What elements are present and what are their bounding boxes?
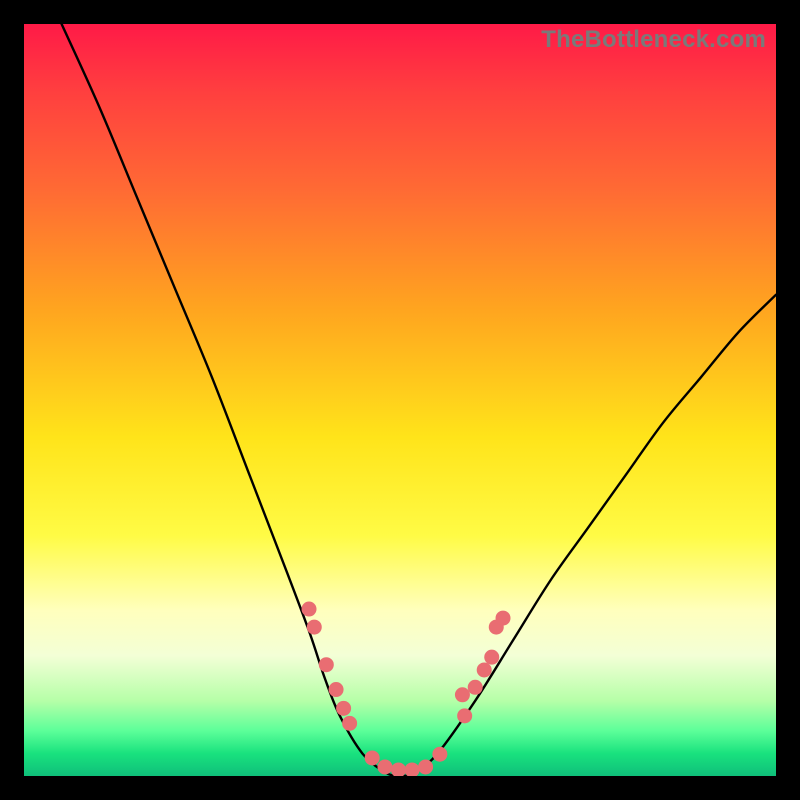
marker-dot: [336, 701, 351, 716]
marker-dot: [365, 750, 380, 765]
marker-dot: [302, 602, 317, 617]
marker-dot: [484, 650, 499, 665]
marker-dot: [496, 611, 511, 626]
highlight-dots: [24, 24, 776, 776]
marker-dot: [432, 747, 447, 762]
marker-dot: [455, 687, 470, 702]
chart-frame: TheBottleneck.com: [0, 0, 800, 800]
marker-dot: [468, 680, 483, 695]
marker-dot: [342, 716, 357, 731]
marker-dot: [377, 759, 392, 774]
marker-dot: [477, 662, 492, 677]
marker-dot: [405, 762, 420, 776]
marker-dot: [307, 620, 322, 635]
marker-dot: [319, 657, 334, 672]
marker-dot: [391, 762, 406, 776]
marker-dot: [457, 708, 472, 723]
marker-dot: [329, 682, 344, 697]
plot-area: TheBottleneck.com: [24, 24, 776, 776]
marker-dot: [418, 759, 433, 774]
